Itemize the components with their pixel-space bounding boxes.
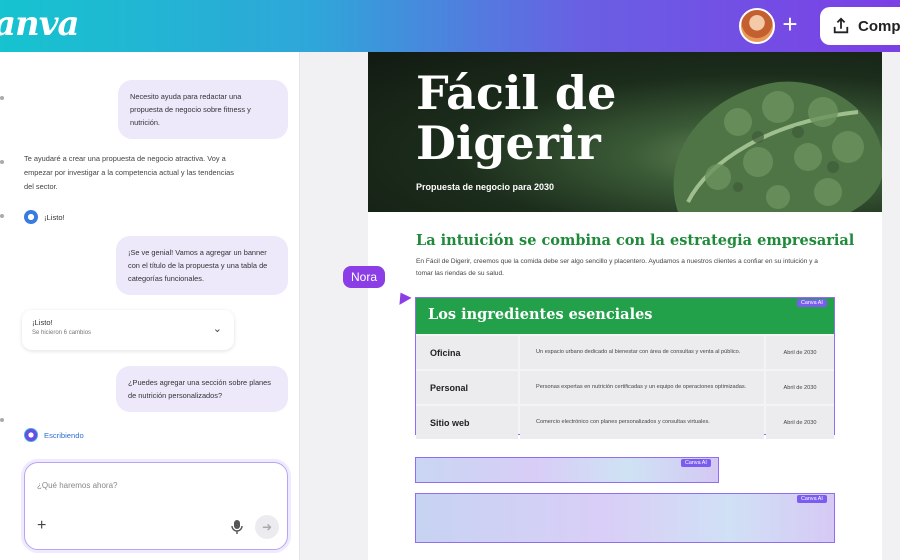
- assistant-icon: [24, 210, 38, 224]
- plus-icon[interactable]: +: [37, 517, 46, 535]
- row-date: Abril de 2030: [766, 336, 834, 369]
- timeline-dot: [0, 96, 4, 100]
- intro-paragraph[interactable]: En Fácil de Digerir, creemos que la comi…: [416, 256, 836, 280]
- changes-card[interactable]: ¡Listo! Se hicieron 6 cambios ⌄: [22, 310, 234, 350]
- generating-placeholder: [415, 457, 719, 483]
- user-message: Necesito ayuda para redactar una propues…: [118, 80, 288, 139]
- top-bar: anva + Compa: [0, 0, 900, 52]
- chat-panel: Necesito ayuda para redactar una propues…: [0, 52, 300, 560]
- prompt-box[interactable]: ¿Qué haremos ahora? + ➜: [24, 462, 288, 550]
- generating-placeholder: [415, 493, 835, 543]
- timeline-dot: [0, 418, 4, 422]
- timeline-dot: [0, 160, 4, 164]
- row-name: Sitio web: [416, 406, 518, 439]
- chevron-down-icon[interactable]: ⌄: [213, 322, 222, 335]
- table-row[interactable]: Personal Personas expertas en nutrición …: [416, 371, 834, 404]
- hero-banner[interactable]: Fácil de Digerir Propuesta de negocio pa…: [368, 52, 882, 212]
- status-label: Escribiendo: [44, 430, 84, 440]
- collaborator-cursor-label: Nora: [343, 266, 386, 288]
- send-button[interactable]: ➜: [255, 515, 279, 539]
- row-description: Un espacio urbano dedicado al bienestar …: [520, 336, 764, 369]
- user-message: ¡Se ve genial! Vamos a agregar un banner…: [116, 236, 288, 295]
- canva-logo[interactable]: anva: [0, 4, 80, 44]
- assistant-icon: [24, 428, 38, 442]
- table-row[interactable]: Sitio web Comercio electrónico con plane…: [416, 406, 834, 439]
- changes-card-subtitle: Se hicieron 6 cambios: [32, 330, 92, 336]
- timeline-dot: [0, 214, 4, 218]
- status-label: ¡Listo!: [44, 212, 65, 222]
- row-name: Oficina: [416, 336, 518, 369]
- ingredients-table[interactable]: Los ingredientes esenciales Oficina Un e…: [415, 297, 835, 439]
- changes-card-title: ¡Listo!: [32, 318, 53, 327]
- user-message: ¿Puedes agregar una sección sobre planes…: [116, 366, 288, 412]
- document-subtitle: Propuesta de negocio para 2030: [416, 182, 555, 192]
- ai-tag: Canva AI: [681, 459, 711, 467]
- section-heading[interactable]: La intuición se combina con la estrategi…: [416, 232, 854, 249]
- microphone-icon[interactable]: [230, 519, 244, 535]
- row-date: Abril de 2030: [766, 406, 834, 439]
- table-title: Los ingredientes esenciales: [416, 298, 834, 334]
- share-icon: [833, 17, 849, 34]
- add-collaborator-button[interactable]: +: [775, 10, 805, 40]
- status-done: ¡Listo!: [24, 210, 65, 224]
- status-writing: Escribiendo: [24, 428, 84, 442]
- row-date: Abril de 2030: [766, 371, 834, 404]
- table-row[interactable]: Oficina Un espacio urbano dedicado al bi…: [416, 336, 834, 369]
- document-title: Fácil de Digerir: [416, 66, 617, 170]
- assistant-message: Te ayudaré a crear una propuesta de nego…: [24, 154, 234, 191]
- row-description: Personas expertas en nutrición certifica…: [520, 371, 764, 404]
- row-name: Personal: [416, 371, 518, 404]
- share-button-label: Compa: [858, 17, 900, 35]
- ai-tag: Canva AI: [797, 495, 827, 503]
- prompt-input[interactable]: ¿Qué haremos ahora?: [37, 481, 118, 490]
- kale-leaf-image: [673, 81, 882, 212]
- user-avatar[interactable]: [739, 8, 775, 44]
- row-description: Comercio electrónico con planes personal…: [520, 406, 764, 439]
- ai-tag: Canva AI: [797, 299, 827, 307]
- share-button[interactable]: Compa: [820, 7, 900, 45]
